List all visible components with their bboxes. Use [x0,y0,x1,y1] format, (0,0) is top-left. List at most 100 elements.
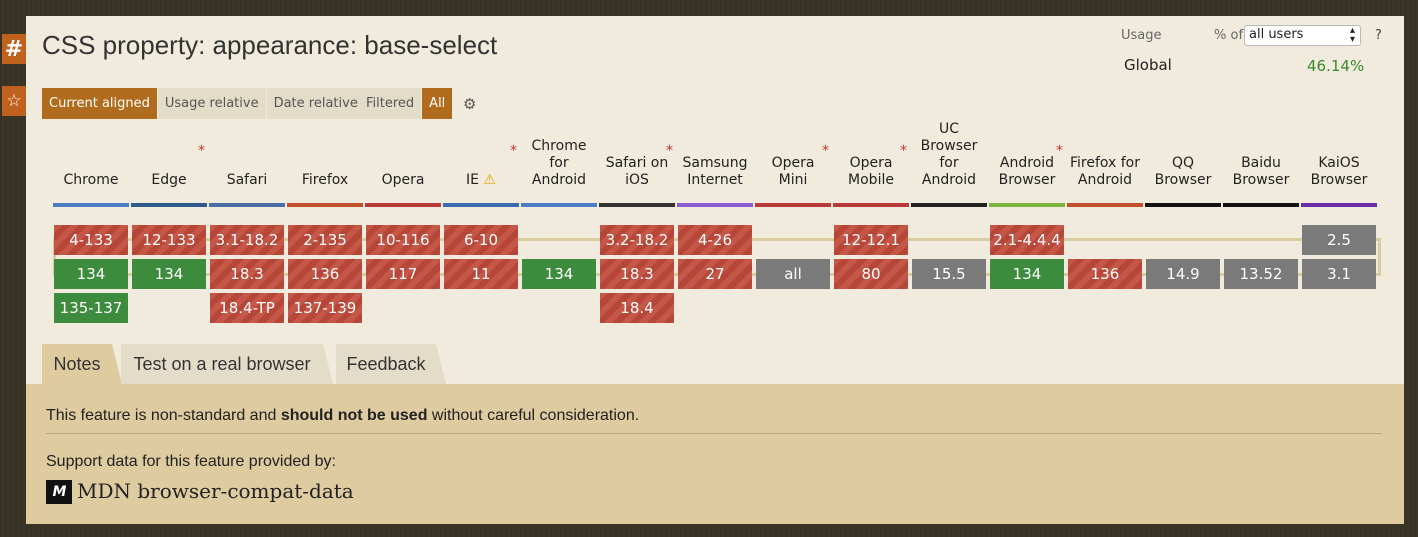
browser-color-bar [1223,203,1299,207]
browser-header[interactable]: Firefox [287,119,363,191]
browser-color-bar [911,203,987,207]
version-cell[interactable]: 6-10 [444,225,518,255]
browser-header[interactable]: Android Browser [989,119,1065,191]
browser-header[interactable]: Opera [365,119,441,191]
mdn-link[interactable]: MDN browser-compat-data [77,479,354,503]
version-cell[interactable]: 135-137 [54,293,128,323]
version-cell[interactable]: 3.1-18.2 [210,225,284,255]
star-icon: ☆ [6,91,22,111]
all-button[interactable]: All [422,88,454,119]
browser-color-bar [677,203,753,207]
version-cell[interactable]: 27 [678,259,752,289]
filtered-button[interactable]: Filtered [359,88,423,119]
browser-name: Baidu Browser [1232,155,1290,188]
browser-name: Android Browser [998,155,1056,188]
version-cell[interactable]: 15.5 [912,259,986,289]
page-title: CSS property: appearance: base-select [42,30,498,60]
current-aligned-button[interactable]: Current aligned [42,88,158,119]
browser-name: Chrome for Android [531,138,587,188]
version-cell[interactable]: 4-26 [678,225,752,255]
browser-header[interactable]: Chrome for Android [521,119,597,191]
version-cell[interactable]: 134 [990,259,1064,289]
browser-header[interactable]: QQ Browser [1145,119,1221,191]
browser-color-bar [53,203,129,207]
browser-color-bar [1145,203,1221,207]
bookmark-star-button[interactable]: ☆ [2,86,26,116]
nonstandard-note: This feature is non-standard and should … [46,407,640,424]
browser-name: Opera Mini [771,155,815,188]
browser-header[interactable]: Opera Mobile [833,119,909,191]
browser-header[interactable]: Safari on iOS [599,119,675,191]
hash-icon: # [4,36,24,62]
version-cell[interactable]: 2.5 [1302,225,1376,255]
browser-name: Edge [151,172,187,188]
browser-header[interactable]: UC Browser for Android [911,119,987,191]
browser-header[interactable]: Baidu Browser [1223,119,1299,191]
feature-panel: CSS property: appearance: base-select Us… [26,16,1404,524]
version-cell[interactable]: 2-135 [288,225,362,255]
tab-notes[interactable]: Notes [42,344,122,384]
version-cell[interactable]: 3.1 [1302,259,1376,289]
version-cell[interactable]: 134 [522,259,596,289]
version-cell[interactable]: 136 [1068,259,1142,289]
global-usage-label: Global [1124,56,1172,74]
view-mode-group: Current aligned Usage relative Date rela… [42,88,366,119]
browser-color-bar [989,203,1065,207]
browser-color-bar [443,203,519,207]
browser-name: Firefox [301,172,349,188]
browser-color-bar [1067,203,1143,207]
usage-relative-button[interactable]: Usage relative [157,88,267,119]
anchor-link-button[interactable]: # [2,34,26,64]
note-asterisk-icon: * [510,143,517,159]
version-cell[interactable]: 12-133 [132,225,206,255]
version-cell[interactable]: 134 [132,259,206,289]
tab-test-browser[interactable]: Test on a real browser [121,344,333,384]
version-cell[interactable]: 18.3 [600,259,674,289]
browser-name: Safari on iOS [605,155,669,188]
version-cell[interactable]: 18.3 [210,259,284,289]
version-cell[interactable]: all [756,259,830,289]
browser-header[interactable]: Edge [131,119,207,191]
version-cell[interactable]: 134 [54,259,128,289]
version-cell[interactable]: 4-133 [54,225,128,255]
usage-scope-select[interactable]: all users ▴ ▾ [1244,25,1361,46]
version-cell[interactable]: 80 [834,259,908,289]
note-asterisk-icon: * [822,143,829,159]
browser-name: Opera [381,172,425,188]
browser-header[interactable]: Samsung Internet [677,119,753,191]
select-arrows-icon: ▴ ▾ [1349,25,1355,45]
tab-feedback[interactable]: Feedback [336,344,446,384]
date-relative-button[interactable]: Date relative [266,88,366,119]
browser-name: Safari [226,172,268,188]
version-cell[interactable]: 18.4 [600,293,674,323]
browser-color-bar [209,203,285,207]
browser-name: UC Browser for Android [920,121,978,188]
browser-color-bar [131,203,207,207]
version-cell[interactable]: 13.52 [1224,259,1298,289]
version-cell[interactable]: 137-139 [288,293,362,323]
version-cell[interactable]: 136 [288,259,362,289]
browser-header[interactable]: Chrome [53,119,129,191]
browser-header[interactable]: KaiOS Browser [1301,119,1377,191]
warning-icon: ⚠ [478,172,496,188]
browser-color-bar [521,203,597,207]
version-cell[interactable]: 14.9 [1146,259,1220,289]
browser-header[interactable]: Safari [209,119,285,191]
filter-group: Filtered All [359,88,454,119]
browser-header[interactable]: Firefox for Android [1067,119,1143,191]
gear-icon[interactable]: ⚙ [463,95,479,113]
note-asterisk-icon: * [666,143,673,159]
version-cell[interactable]: 12-12.1 [834,225,908,255]
browser-color-bar [833,203,909,207]
browser-header[interactable]: Opera Mini [755,119,831,191]
help-icon[interactable]: ? [1375,28,1382,43]
version-cell[interactable]: 18.4-TP [210,293,284,323]
version-cell[interactable]: 10-116 [366,225,440,255]
browser-color-bar [365,203,441,207]
version-cell[interactable]: 2.1-4.4.4 [990,225,1064,255]
version-cell[interactable]: 3.2-18.2 [600,225,674,255]
browser-header[interactable]: IE ⚠ [443,119,519,191]
version-cell[interactable]: 117 [366,259,440,289]
version-cell[interactable]: 11 [444,259,518,289]
browser-name: Opera Mobile [848,155,894,188]
